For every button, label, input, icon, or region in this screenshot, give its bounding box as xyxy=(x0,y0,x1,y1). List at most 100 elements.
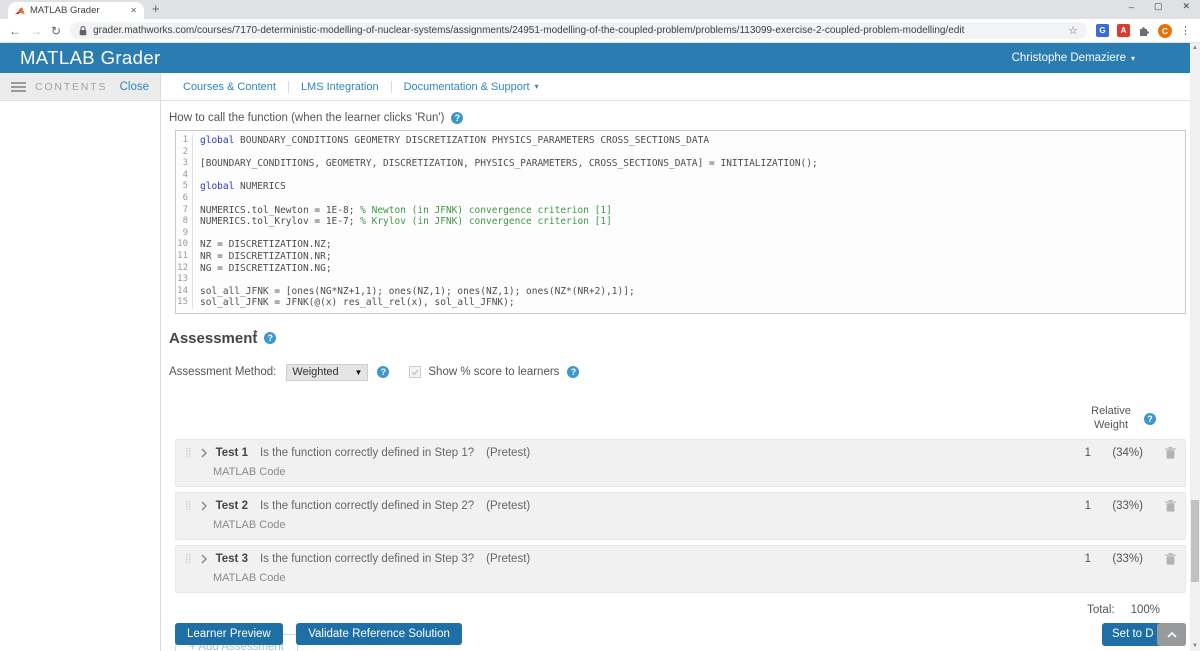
code-text xyxy=(200,274,206,286)
window-close-button[interactable]: ✕ xyxy=(1182,1,1190,12)
validate-reference-solution-button[interactable]: Validate Reference Solution xyxy=(296,623,462,645)
drag-handle-icon[interactable]: ⣿ xyxy=(185,449,192,458)
bookmark-star-icon[interactable]: ☆ xyxy=(1068,24,1078,37)
tab-close-icon[interactable]: ✕ xyxy=(130,6,137,15)
scrollbar-down-icon[interactable]: ▼ xyxy=(1190,643,1200,649)
chevron-right-icon[interactable] xyxy=(200,554,208,564)
test-name: Test 1 xyxy=(216,447,248,459)
line-number: 11 xyxy=(176,251,193,263)
nav-documentation-support[interactable]: Documentation & Support▾ xyxy=(391,81,551,93)
line-number: 14 xyxy=(176,286,193,298)
code-line: 12NG = DISCRETIZATION.NG; xyxy=(176,263,1185,275)
footer-actions: Learner Preview Validate Reference Solut… xyxy=(169,623,1186,646)
matlab-favicon-icon xyxy=(15,6,25,16)
window-maximize-button[interactable]: ▢ xyxy=(1154,1,1163,12)
user-menu[interactable]: Christophe Demaziere ▾ xyxy=(1012,52,1135,64)
extension-icon-blue[interactable]: G xyxy=(1096,24,1109,37)
refresh-icon[interactable]: ↻ xyxy=(51,24,61,38)
new-tab-button[interactable]: + xyxy=(152,1,160,16)
adobe-acrobat-extension-icon[interactable]: A xyxy=(1117,24,1130,37)
code-text: global BOUNDARY_CONDITIONS GEOMETRY DISC… xyxy=(200,135,709,147)
code-line: 9 xyxy=(176,228,1185,240)
assessment-method-select[interactable]: Weighted ▼ xyxy=(286,364,368,381)
url-text[interactable]: grader.mathworks.com/courses/7170-determ… xyxy=(93,25,1062,36)
puzzle-extensions-icon[interactable] xyxy=(1138,25,1150,37)
test-description: Is the function correctly defined in Ste… xyxy=(260,553,474,565)
chevron-down-icon: ▾ xyxy=(535,82,539,91)
window-minimize-button[interactable]: – xyxy=(1129,2,1134,12)
assessment-test-row[interactable]: ⣿Test 1Is the function correctly defined… xyxy=(175,439,1186,487)
drag-handle-icon[interactable]: ⣿ xyxy=(185,555,192,564)
test-list: ⣿ Test 1 Is the function correctly defined… xyxy=(169,439,1186,593)
assessment-test-row[interactable]: ⣿Test 2Is the function correctly defined… xyxy=(175,492,1186,540)
trash-icon[interactable] xyxy=(1165,553,1176,565)
scroll-to-top-button[interactable] xyxy=(1157,623,1186,646)
scrollbar-up-icon[interactable]: ▲ xyxy=(1190,45,1200,51)
browser-tab[interactable]: MATLAB Grader ✕ xyxy=(8,2,144,19)
help-icon[interactable]: ? xyxy=(1144,413,1156,425)
total-row: Total: 100% xyxy=(169,604,1160,616)
test-pretest-tag: (Pretest) xyxy=(486,500,530,512)
test-name: Test 3 xyxy=(216,553,248,565)
line-number: 8 xyxy=(176,216,193,228)
assessment-method-value: Weighted xyxy=(292,366,338,378)
test-weight[interactable]: 1 xyxy=(1065,500,1091,512)
drag-handle-icon[interactable]: ⣿ xyxy=(185,502,192,511)
code-line: 3[BOUNDARY_CONDITIONS, GEOMETRY, DISCRET… xyxy=(176,158,1185,170)
code-text: NR = DISCRETIZATION.NR; xyxy=(200,251,332,263)
trash-icon[interactable] xyxy=(1165,447,1176,459)
code-lines: 1global BOUNDARY_CONDITIONS GEOMETRY DIS… xyxy=(176,135,1185,309)
code-line: 8NUMERICS.tol_Krylov = 1E-7; % Krylov (i… xyxy=(176,216,1185,228)
tab-title: MATLAB Grader xyxy=(30,5,125,16)
sidebar-close-button[interactable]: Close xyxy=(120,81,149,93)
help-icon[interactable]: ? xyxy=(264,332,276,344)
menu-icon[interactable] xyxy=(11,80,26,94)
code-editor[interactable]: 1global BOUNDARY_CONDITIONS GEOMETRY DIS… xyxy=(175,130,1186,314)
code-text: [BOUNDARY_CONDITIONS, GEOMETRY, DISCRETI… xyxy=(200,158,818,170)
assessment-test-row[interactable]: ⣿ Test 3 Is the function correctly defined… xyxy=(175,545,1186,593)
page-scrollbar[interactable]: ▲ ▼ xyxy=(1190,43,1200,651)
nav-lms-integration[interactable]: LMS Integration xyxy=(288,81,391,93)
test-weight[interactable]: 1 xyxy=(1065,553,1091,565)
assessment-method-label: Assessment Method: xyxy=(169,366,276,378)
assessment-title: Assessment* ? xyxy=(169,329,1186,347)
code-line: 13 xyxy=(176,274,1185,286)
padlock-icon[interactable] xyxy=(79,26,87,36)
url-bar[interactable]: grader.mathworks.com/courses/7170-determ… xyxy=(70,22,1087,39)
back-icon[interactable]: ← xyxy=(9,24,21,38)
code-text xyxy=(200,228,206,240)
trash-icon[interactable] xyxy=(1165,500,1176,512)
code-text: NG = DISCRETIZATION.NG; xyxy=(200,263,332,275)
code-line: 2 xyxy=(176,147,1185,159)
code-line: 5global NUMERICS xyxy=(176,181,1185,193)
code-text xyxy=(200,170,206,182)
chevron-down-icon: ▾ xyxy=(1131,54,1135,63)
test-weight-percent: (33%) xyxy=(1099,553,1143,565)
line-number: 7 xyxy=(176,205,193,217)
contents-sidebar: CONTENTS Close xyxy=(0,73,161,651)
app-brand: MATLAB Grader xyxy=(20,47,161,69)
show-score-checkbox[interactable] xyxy=(409,366,421,378)
nav-courses-content[interactable]: Courses & Content xyxy=(171,81,288,93)
code-line: 15sol_all_JFNK = JFNK(@(x) res_all_rel(x… xyxy=(176,297,1185,309)
help-icon[interactable]: ? xyxy=(451,112,463,124)
code-line: 6 xyxy=(176,193,1185,205)
test-name: Test 2 xyxy=(216,500,248,512)
help-icon[interactable]: ? xyxy=(377,366,389,378)
test-type: MATLAB Code xyxy=(213,572,1176,584)
test-weight-percent: (33%) xyxy=(1099,500,1143,512)
code-line: 7NUMERICS.tol_Newton = 1E-8; % Newton (i… xyxy=(176,205,1185,217)
browser-menu-icon[interactable]: ⋮ xyxy=(1180,24,1191,37)
code-line: 14sol_all_JFNK = [ones(NG*NZ+1,1); ones(… xyxy=(176,286,1185,298)
test-pretest-tag: (Pretest) xyxy=(486,447,530,459)
line-number: 9 xyxy=(176,228,193,240)
test-weight-percent: (34%) xyxy=(1099,447,1143,459)
learner-preview-button[interactable]: Learner Preview xyxy=(175,623,283,645)
help-icon[interactable]: ? xyxy=(567,366,579,378)
chevron-right-icon[interactable] xyxy=(200,501,208,511)
code-text: NZ = DISCRETIZATION.NZ; xyxy=(200,239,332,251)
browser-profile-avatar[interactable]: C xyxy=(1158,24,1172,38)
test-weight[interactable]: 1 xyxy=(1065,447,1091,459)
chevron-right-icon[interactable] xyxy=(200,448,208,458)
scrollbar-thumb[interactable] xyxy=(1191,500,1199,582)
